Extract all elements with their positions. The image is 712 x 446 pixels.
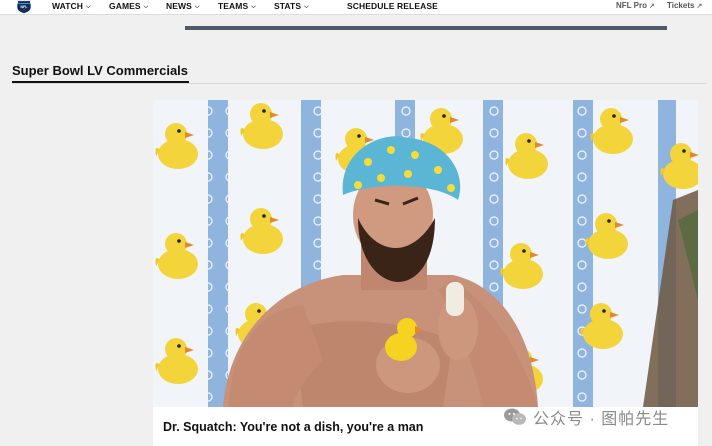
nav-teams-label: TEAMS [218, 1, 249, 11]
nav-schedule-release[interactable]: SCHEDULE RELEASE [347, 0, 438, 12]
chevron-down-icon: ⌵ [86, 4, 91, 10]
nav-nfl-pro-link[interactable]: NFL Pro ↗ [616, 0, 655, 12]
external-link-icon: ↗ [648, 3, 655, 10]
top-navigation: NFL WATCH ⌵ GAMES ⌵ NEWS ⌵ TEAMS ⌵ STATS ⌵ SC… [0, 0, 712, 15]
nav-games-label: GAMES [109, 1, 141, 11]
nfl-shield-logo[interactable]: NFL [15, 0, 33, 14]
nav-watch[interactable]: WATCH ⌵ [52, 0, 91, 12]
section-divider [12, 83, 707, 84]
nav-tickets-link[interactable]: Tickets ↗ [667, 0, 702, 12]
commercial-title[interactable]: Dr. Squatch: You're not a dish, you're a… [163, 420, 423, 434]
external-link-icon: ↗ [696, 3, 703, 10]
nav-news-label: NEWS [166, 1, 192, 11]
nav-watch-label: WATCH [52, 1, 84, 11]
nfl-logo-text: NFL [21, 5, 29, 9]
nav-schedule-release-label: SCHEDULE RELEASE [347, 1, 438, 11]
nfl-pro-label: NFL Pro [616, 1, 647, 10]
wechat-watermark: 公众号 · 图帕先生 [503, 404, 669, 430]
nav-teams[interactable]: TEAMS ⌵ [218, 0, 256, 12]
chevron-down-icon: ⌵ [251, 4, 256, 10]
chevron-down-icon: ⌵ [194, 4, 200, 10]
watermark-text: 公众号 · 图帕先生 [533, 411, 670, 428]
wechat-icon [504, 408, 526, 425]
nav-games[interactable]: GAMES ⌵ [109, 0, 148, 12]
commercial-thumbnail-image[interactable] [153, 100, 698, 407]
promo-banner-strip[interactable] [185, 26, 667, 30]
chevron-down-icon: ⌵ [143, 4, 149, 10]
nav-news[interactable]: NEWS ⌵ [166, 0, 200, 12]
nav-stats-label: STATS [274, 1, 302, 11]
chevron-down-icon: ⌵ [304, 4, 309, 10]
section-title: Super Bowl LV Commercials [12, 63, 189, 78]
nav-stats[interactable]: STATS ⌵ [274, 0, 309, 12]
tickets-label: Tickets [667, 1, 695, 10]
commercial-card[interactable]: Dr. Squatch: You're not a dish, you're a… [153, 100, 698, 446]
